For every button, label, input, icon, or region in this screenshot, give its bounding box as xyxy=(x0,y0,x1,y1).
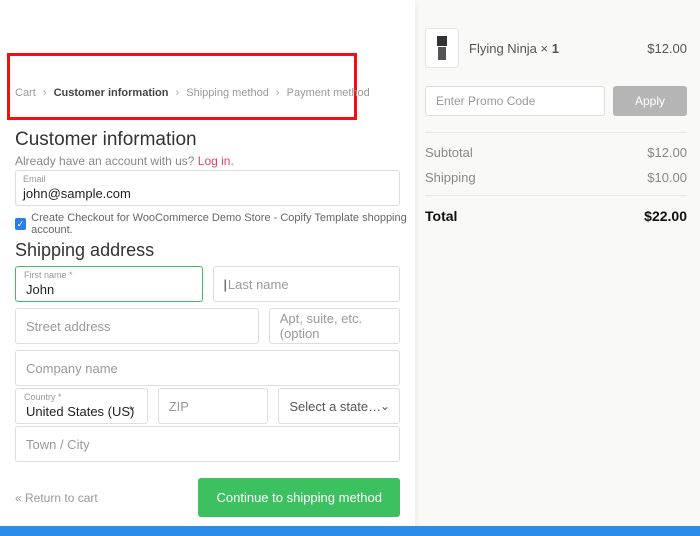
state-select[interactable]: Select a state… ⌄ xyxy=(278,388,400,424)
cart-item-price: $12.00 xyxy=(647,41,687,56)
customer-info-heading: Customer information xyxy=(15,129,197,151)
product-thumbnail xyxy=(425,28,459,68)
order-summary-panel: Flying Ninja × 1 $12.00 Enter Promo Code… xyxy=(425,28,687,224)
already-text: Already have an account with us? xyxy=(15,154,198,168)
street-placeholder: Street address xyxy=(26,319,111,334)
first-name-field[interactable]: First name * John xyxy=(15,266,203,302)
first-name-label: First name * xyxy=(24,270,73,280)
total-row: Total $22.00 xyxy=(425,195,687,224)
breadcrumb-cart[interactable]: Cart xyxy=(15,87,36,99)
total-label: Total xyxy=(425,208,457,224)
breadcrumb-payment-method[interactable]: Payment method xyxy=(287,87,370,99)
chevron-right-icon: › xyxy=(176,87,180,99)
create-account-checkbox-row[interactable]: ✓ Create Checkout for WooCommerce Demo S… xyxy=(15,212,415,236)
last-name-placeholder: Last name xyxy=(228,277,289,292)
zip-placeholder: ZIP xyxy=(169,399,189,414)
shipping-value: $10.00 xyxy=(647,170,687,185)
subtotal-row: Subtotal $12.00 xyxy=(425,145,687,160)
town-city-field[interactable]: Town / City xyxy=(15,426,400,462)
email-value[interactable]: john@sample.com xyxy=(23,186,392,201)
zip-field[interactable]: ZIP xyxy=(158,388,269,424)
promo-code-input[interactable]: Enter Promo Code xyxy=(425,86,605,116)
cart-item-row: Flying Ninja × 1 $12.00 xyxy=(425,28,687,68)
shipping-label: Shipping xyxy=(425,170,476,185)
bottom-accent-bar xyxy=(0,526,700,536)
last-name-field[interactable]: Last name xyxy=(213,266,401,302)
shipping-address-heading: Shipping address xyxy=(15,240,154,261)
chevron-right-icon: › xyxy=(43,87,47,99)
cart-item-name: Flying Ninja × 1 xyxy=(469,41,647,56)
company-placeholder: Company name xyxy=(26,361,118,376)
chevron-right-icon: › xyxy=(276,87,280,99)
item-qty: 1 xyxy=(552,41,559,56)
breadcrumb-customer-info[interactable]: Customer information xyxy=(54,87,169,99)
email-label: Email xyxy=(23,174,46,184)
subtotal-value: $12.00 xyxy=(647,145,687,160)
company-name-field[interactable]: Company name xyxy=(15,350,400,386)
first-name-value[interactable]: John xyxy=(26,280,54,297)
promo-placeholder: Enter Promo Code xyxy=(436,94,535,108)
apt-placeholder: Apt, suite, etc. (option xyxy=(280,311,389,341)
email-field[interactable]: Email john@sample.com xyxy=(15,170,400,206)
return-to-cart-link[interactable]: « Return to cart xyxy=(15,491,98,505)
already-account-text: Already have an account with us? Log in. xyxy=(15,154,234,168)
divider xyxy=(425,132,687,133)
state-placeholder: Select a state… xyxy=(289,399,381,414)
breadcrumb-shipping-method[interactable]: Shipping method xyxy=(186,87,269,99)
country-value: United States (US) xyxy=(26,402,134,419)
street-address-field[interactable]: Street address xyxy=(15,308,259,344)
item-name-text: Flying Ninja × xyxy=(469,41,552,56)
login-link[interactable]: Log in. xyxy=(198,154,234,168)
country-select[interactable]: Country * United States (US) ⌄ xyxy=(15,388,148,424)
chevron-down-icon: ⌄ xyxy=(380,399,390,413)
apt-suite-field[interactable]: Apt, suite, etc. (option xyxy=(269,308,400,344)
subtotal-label: Subtotal xyxy=(425,145,473,160)
create-account-label: Create Checkout for WooCommerce Demo Sto… xyxy=(31,212,415,236)
breadcrumb: Cart › Customer information › Shipping m… xyxy=(15,87,370,99)
total-value: $22.00 xyxy=(644,208,687,224)
apply-promo-button[interactable]: Apply xyxy=(613,86,687,116)
continue-button[interactable]: Continue to shipping method xyxy=(198,478,400,517)
town-placeholder: Town / City xyxy=(26,437,90,452)
checkout-main-panel: Cart › Customer information › Shipping m… xyxy=(0,0,415,536)
checkbox-checked-icon[interactable]: ✓ xyxy=(15,218,26,230)
shipping-row: Shipping $10.00 xyxy=(425,170,687,185)
country-label: Country * xyxy=(24,392,62,402)
